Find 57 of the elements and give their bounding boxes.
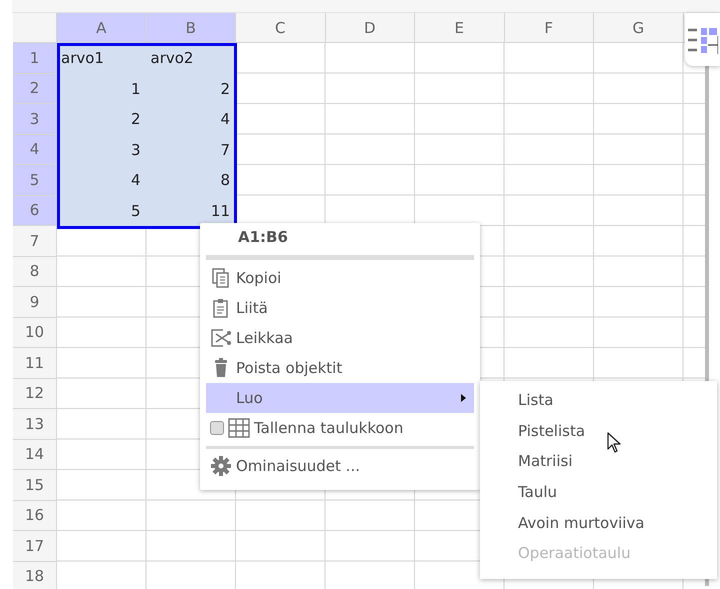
submenu-item[interactable]: Avoin murtoviiva: [480, 507, 717, 538]
submenu-item[interactable]: Taulu: [480, 476, 717, 508]
table-icon: [228, 418, 250, 438]
row-header[interactable]: 13: [13, 409, 57, 440]
caret-icon: [461, 394, 466, 402]
menu-item[interactable]: Leikkaa: [206, 323, 474, 353]
row-header[interactable]: 11: [13, 348, 57, 378]
column-header[interactable]: B: [146, 13, 236, 43]
table-cell: 4: [146, 104, 236, 134]
mouse-pointer-icon: [607, 432, 621, 453]
row-header[interactable]: 12: [13, 378, 57, 409]
submenu-item[interactable]: Lista: [480, 385, 717, 416]
spreadsheet-tool-button[interactable]: [685, 13, 720, 66]
menu-title: A1:B6: [237, 228, 289, 248]
column-header[interactable]: A: [57, 13, 146, 43]
row-header[interactable]: 1: [13, 43, 57, 74]
column-header[interactable]: D: [326, 13, 415, 43]
row-header[interactable]: 5: [13, 165, 57, 196]
menu-item[interactable]: Kopioi: [206, 263, 474, 293]
table-cell: 1: [57, 74, 146, 104]
table-cell: 3: [57, 134, 146, 165]
submenu-item[interactable]: Matriisi: [480, 446, 717, 477]
copy-icon: [210, 268, 232, 288]
scissors-icon: [210, 328, 232, 348]
menu-item[interactable]: Poista objektit: [206, 353, 474, 383]
row-header[interactable]: 3: [13, 104, 57, 134]
table-cell: 4: [57, 165, 146, 196]
checkbox[interactable]: [210, 421, 224, 435]
submenu-item[interactable]: Pistelista: [480, 416, 717, 446]
column-header[interactable]: F: [504, 13, 594, 43]
column-header[interactable]: G: [594, 13, 684, 43]
row-header[interactable]: 10: [13, 318, 57, 348]
row-header[interactable]: 8: [13, 256, 57, 287]
table-cell: 2: [57, 104, 146, 134]
row-header[interactable]: 17: [13, 531, 57, 562]
table-cell: 5: [57, 196, 146, 226]
settings-icon: [210, 456, 232, 476]
row-header[interactable]: 9: [13, 287, 57, 318]
menu-item[interactable]: Luo: [206, 383, 474, 413]
row-header[interactable]: 15: [13, 470, 57, 500]
row-header[interactable]: 2: [13, 74, 57, 104]
row-header[interactable]: 7: [13, 226, 57, 256]
menu-item[interactable]: Ominaisuudet ...: [206, 451, 474, 481]
spreadsheet-icon: [688, 26, 718, 54]
row-header[interactable]: 16: [13, 500, 57, 531]
column-header[interactable]: C: [236, 13, 326, 43]
table-cell: 2: [146, 74, 236, 104]
table-cell: 11: [146, 196, 236, 226]
row-header[interactable]: 14: [13, 440, 57, 470]
row-header[interactable]: 6: [13, 196, 57, 226]
row-header[interactable]: 18: [13, 562, 57, 589]
row-header[interactable]: 4: [13, 134, 57, 165]
table-cell: 7: [146, 134, 236, 165]
table-cell: 8: [146, 165, 236, 196]
menu-item[interactable]: Tallenna taulukkoon: [206, 413, 474, 443]
column-header[interactable]: E: [415, 13, 504, 43]
menu-item[interactable]: Liitä: [206, 293, 474, 323]
